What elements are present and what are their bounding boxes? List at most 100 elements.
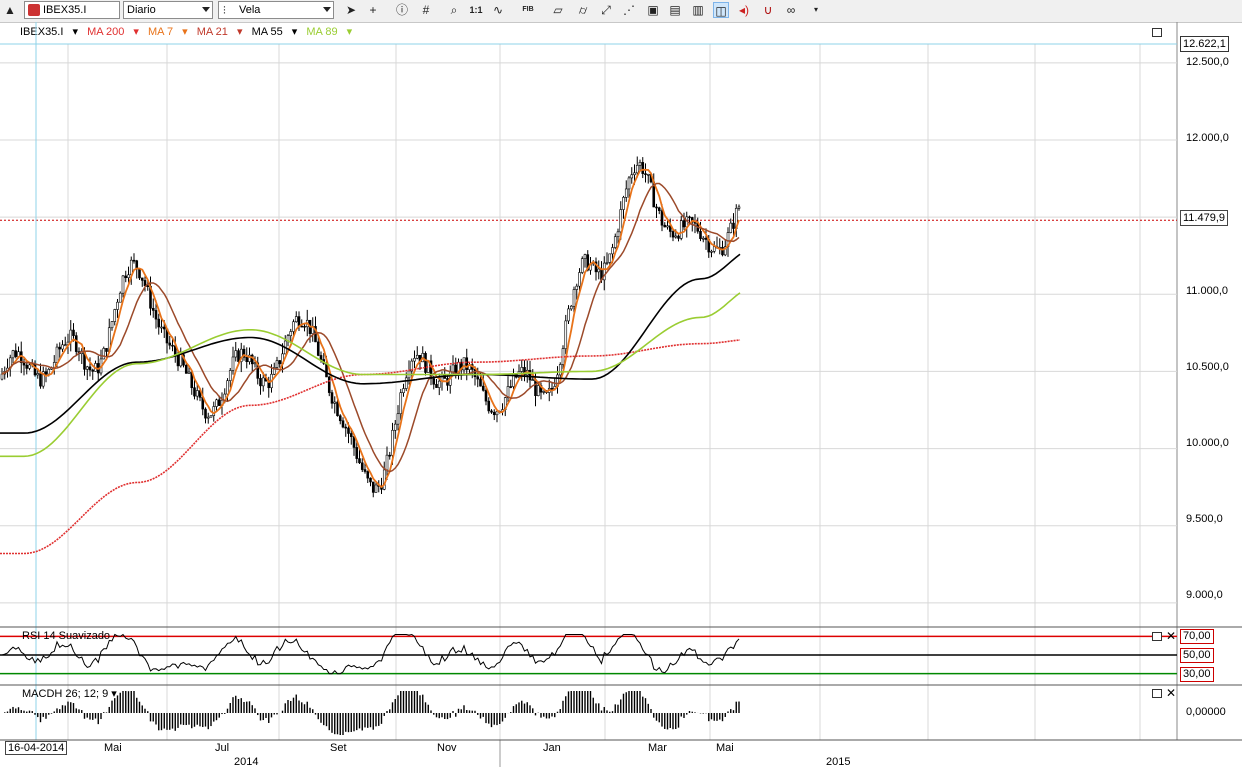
candle-body — [44, 371, 48, 375]
candle-body — [704, 237, 708, 240]
candle-body — [677, 235, 680, 239]
candle-body — [184, 364, 188, 374]
candle-body — [627, 177, 631, 190]
candle-body — [484, 390, 488, 402]
alert-icon[interactable]: ▥ — [690, 2, 706, 18]
candle-body — [569, 305, 573, 310]
candle-body — [655, 206, 658, 209]
scroll-up-button[interactable]: ▲ — [2, 2, 18, 18]
candle-body — [105, 348, 108, 352]
candle-body — [349, 433, 353, 437]
magnet-icon[interactable]: ∪ — [760, 2, 776, 18]
candle-body — [88, 366, 92, 371]
candle-body — [451, 364, 455, 373]
price-tick: 10.500,0 — [1186, 361, 1229, 373]
rsi-line — [1, 633, 740, 675]
pattern-icon[interactable]: ⋰ — [621, 2, 637, 18]
period-value: Diario — [127, 4, 156, 16]
candle-body — [294, 316, 298, 323]
candle-body — [605, 262, 609, 264]
candle-body — [487, 400, 491, 412]
candle-body — [275, 360, 279, 368]
candle-body — [432, 378, 436, 385]
candle-body — [171, 344, 174, 347]
zoom-icon[interactable]: ⌕ — [446, 2, 462, 18]
candle-body — [732, 222, 735, 229]
candle-body — [369, 477, 372, 483]
candle-body — [297, 316, 301, 327]
candle-body — [253, 362, 257, 365]
arrow-icon[interactable]: ⤢ — [598, 2, 614, 18]
candle-body — [399, 392, 403, 415]
link-icon[interactable]: ∞ — [783, 2, 799, 18]
candle-body — [611, 247, 614, 255]
maximize-rsi-button[interactable] — [1152, 632, 1162, 641]
candle-body — [564, 320, 568, 349]
candle-body — [608, 253, 612, 263]
close-rsi-icon[interactable]: ✕ — [1166, 630, 1176, 642]
indicator-icon[interactable]: ∿ — [490, 2, 506, 18]
candle-body — [102, 348, 106, 360]
fib-button[interactable]: FIB — [520, 2, 536, 18]
period-select[interactable]: Diario — [123, 1, 213, 19]
compare-icon[interactable]: ▤ — [667, 2, 683, 18]
candle-body — [462, 357, 466, 371]
eraser-icon[interactable]: ▱ — [550, 2, 566, 18]
candle-body — [316, 341, 320, 356]
candle-body — [567, 308, 570, 322]
last-price-label: 11.479,9 — [1180, 210, 1229, 226]
candle-body — [28, 364, 31, 369]
candle-body — [259, 378, 262, 387]
candle-body — [36, 373, 40, 376]
candle-body — [729, 222, 733, 233]
candle-body — [217, 399, 221, 406]
rsi-level-70: 70,00 — [1180, 629, 1214, 644]
ratio-button[interactable]: 1:1 — [468, 2, 484, 18]
grid-icon[interactable]: # — [418, 2, 434, 18]
save-icon[interactable]: ▣ — [645, 2, 661, 18]
candle-body — [22, 362, 26, 366]
candle-body — [520, 367, 524, 372]
symbol-input[interactable]: IBEX35.I — [24, 1, 120, 19]
candle-body — [374, 484, 378, 493]
candle-body — [226, 380, 229, 395]
candle-body — [528, 369, 532, 381]
more-tools-icon[interactable]: ▾ — [808, 2, 824, 18]
price-chart[interactable] — [0, 22, 1242, 767]
candle-body — [151, 307, 155, 311]
candle-body — [195, 390, 199, 397]
channel-icon[interactable]: ⌭ — [575, 2, 591, 18]
crosshair-icon[interactable]: + — [365, 2, 381, 18]
month-label: Jan — [543, 742, 561, 754]
candle-body — [358, 458, 361, 464]
cursor-icon[interactable]: ➤ — [343, 2, 359, 18]
month-label: Mar — [648, 742, 667, 754]
candle-body — [85, 366, 89, 370]
candle-body — [25, 364, 29, 369]
candle-body — [352, 436, 356, 448]
candle-body — [712, 246, 716, 252]
candle-body — [0, 373, 4, 380]
macd-title[interactable]: MACDH 26; 12; 9 ▾ — [22, 687, 117, 700]
top-price-label: 12.622,1 — [1180, 36, 1229, 52]
candle-body — [580, 258, 584, 273]
rsi-title[interactable]: RSI 14 Suavizado — [22, 630, 110, 642]
candle-body — [168, 342, 172, 346]
candle-body — [325, 363, 328, 378]
candle-body — [388, 454, 392, 457]
candle-body — [234, 350, 238, 358]
chevron-down-icon — [323, 7, 331, 12]
maximize-macd-button[interactable] — [1152, 689, 1162, 698]
candle-body — [355, 447, 359, 459]
candle-body — [215, 399, 218, 407]
close-macd-icon[interactable]: ✕ — [1166, 687, 1176, 699]
toolbar: ▲ IBEX35.I Diario ⫶ Vela ➤ + ⓘ # ⌕ 1:1 ∿… — [0, 0, 1242, 23]
info-icon[interactable]: ⓘ — [394, 2, 410, 18]
candle-body — [39, 373, 42, 387]
chart-style-select[interactable]: ⫶ Vela — [218, 1, 334, 19]
cursor-date: 16-04-2014 — [5, 741, 68, 755]
candle-body — [118, 292, 122, 303]
active-chart-icon[interactable]: ◫ — [713, 2, 729, 18]
candle-body — [674, 235, 678, 238]
sound-icon[interactable]: ◂) — [736, 2, 752, 18]
